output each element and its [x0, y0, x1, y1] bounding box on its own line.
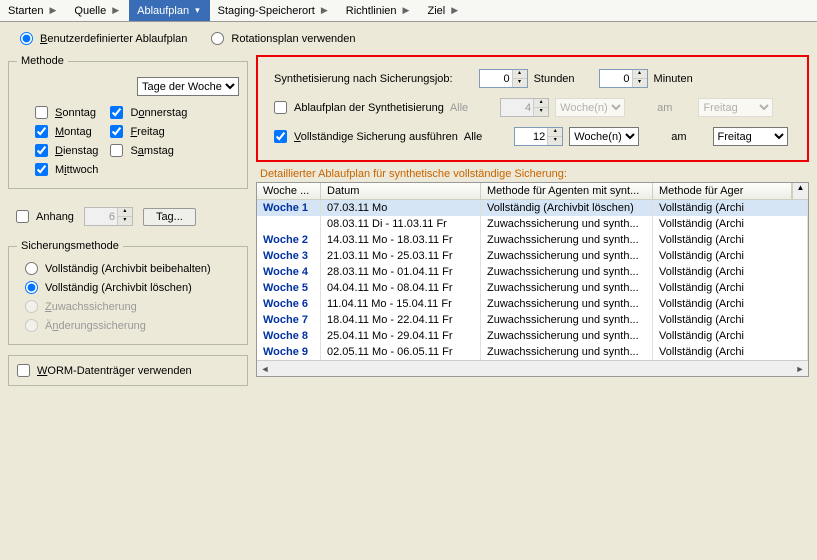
table-caption: Detaillierter Ablaufplan für synthetisch…: [260, 168, 809, 180]
anhang-spinner: ▴▾: [84, 207, 133, 226]
radio-full-clear[interactable]: Vollständig (Archivbit löschen): [25, 281, 239, 294]
day-button[interactable]: Tag...: [143, 208, 196, 226]
method-group: Methode Tage der Woche Sonntag Montag Di…: [8, 55, 248, 189]
synth-after-label: Synthetisierung nach Sicherungsjob:: [274, 73, 453, 85]
scroll-right-icon[interactable]: ►: [792, 364, 808, 374]
scroll-up-icon[interactable]: ▲: [792, 183, 808, 199]
full-unit-select[interactable]: Woche(n): [569, 127, 639, 146]
check-synth-schedule[interactable]: Ablaufplan der Synthetisierung: [274, 101, 444, 114]
schedule-num-spinner: ▴▾: [500, 98, 549, 117]
hours-label: Stunden: [534, 73, 575, 85]
minutes-spinner[interactable]: ▴▾: [599, 69, 648, 88]
check-mittwoch[interactable]: Mittwoch: [35, 163, 98, 176]
wizard-tabs: Starten▶ Quelle▶ Ablaufplan▾ Staging-Spe…: [0, 0, 817, 22]
tab-starten[interactable]: Starten▶: [0, 0, 66, 21]
label-on-1: am: [657, 102, 672, 114]
radio-incremental: Zuwachssicherung: [25, 300, 239, 313]
chevron-right-icon: ▶: [49, 5, 56, 16]
table-row[interactable]: Woche 214.03.11 Mo - 18.03.11 FrZuwachss…: [257, 232, 808, 248]
table-row[interactable]: Woche 428.03.11 Mo - 01.04.11 FrZuwachss…: [257, 264, 808, 280]
chevron-right-icon: ▶: [112, 5, 119, 16]
schedule-table: Woche ... Datum Methode für Agenten mit …: [256, 182, 809, 377]
col-week[interactable]: Woche ...: [257, 183, 321, 199]
radio-rotation[interactable]: Rotationsplan verwenden: [211, 32, 355, 45]
scroll-left-icon[interactable]: ◄: [257, 364, 273, 374]
check-full-backup[interactable]: Vollständige Sicherung ausführen: [274, 130, 458, 143]
label-every-2: Alle: [464, 131, 482, 143]
col-date[interactable]: Datum: [321, 183, 481, 199]
table-row[interactable]: Woche 825.04.11 Mo - 29.04.11 FrZuwachss…: [257, 328, 808, 344]
backup-method-group: Sicherungsmethode Vollständig (Archivbit…: [8, 240, 248, 345]
radio-user-defined[interactable]: BBenutzerdefinierter Ablaufplanenutzerde…: [20, 32, 187, 45]
schedule-day-select: Freitag: [698, 98, 773, 117]
horizontal-scrollbar[interactable]: ◄ ►: [257, 360, 808, 376]
hours-spinner[interactable]: ▴▾: [479, 69, 528, 88]
col-method2[interactable]: Methode für Ager: [653, 183, 792, 199]
schedule-unit-select: Woche(n): [555, 98, 625, 117]
tab-quelle[interactable]: Quelle▶: [66, 0, 129, 21]
check-donnerstag[interactable]: Donnerstag: [110, 106, 187, 119]
minutes-label: Minuten: [654, 73, 693, 85]
plan-type-radios: BBenutzerdefinierter Ablaufplanenutzerde…: [0, 22, 817, 51]
table-row[interactable]: Woche 504.04.11 Mo - 08.04.11 FrZuwachss…: [257, 280, 808, 296]
table-row[interactable]: Woche 611.04.11 Mo - 15.04.11 FrZuwachss…: [257, 296, 808, 312]
highlight-box: Synthetisierung nach Sicherungsjob: ▴▾ S…: [256, 55, 809, 162]
radio-full-keep[interactable]: Vollständig (Archivbit beibehalten): [25, 262, 239, 275]
label-on-2: am: [671, 131, 686, 143]
backup-method-legend: Sicherungsmethode: [17, 240, 123, 252]
tab-richtlinien[interactable]: Richtlinien▶: [338, 0, 420, 21]
chevron-right-icon: ▶: [321, 5, 328, 16]
table-row[interactable]: Woche 718.04.11 Mo - 22.04.11 FrZuwachss…: [257, 312, 808, 328]
check-anhang[interactable]: Anhang: [16, 210, 74, 223]
check-dienstag[interactable]: Dienstag: [35, 144, 98, 157]
table-row[interactable]: Woche 902.05.11 Mo - 06.05.11 FrZuwachss…: [257, 344, 808, 360]
check-sonntag[interactable]: Sonntag: [35, 106, 98, 119]
tab-ablaufplan[interactable]: Ablaufplan▾: [129, 0, 210, 21]
method-select[interactable]: Tage der Woche: [137, 77, 239, 96]
col-method1[interactable]: Methode für Agenten mit synt...: [481, 183, 653, 199]
tab-ziel[interactable]: Ziel▶: [419, 0, 468, 21]
check-freitag[interactable]: Freitag: [110, 125, 187, 138]
chevron-down-icon: ▾: [195, 5, 200, 16]
worm-group: WORM-Datenträger verwenden: [8, 355, 248, 386]
table-row[interactable]: 08.03.11 Di - 11.03.11 FrZuwachssicherun…: [257, 216, 808, 232]
radio-differential: Änderungssicherung: [25, 319, 239, 332]
check-samstag[interactable]: Samstag: [110, 144, 187, 157]
full-day-select[interactable]: Freitag: [713, 127, 788, 146]
table-row[interactable]: Woche 107.03.11 MoVollständig (Archivbit…: [257, 200, 808, 216]
tab-staging[interactable]: Staging-Speicherort▶: [210, 0, 338, 21]
check-montag[interactable]: Montag: [35, 125, 98, 138]
check-worm[interactable]: WORM-Datenträger verwenden: [17, 364, 239, 377]
label-every-1: Alle: [450, 102, 468, 114]
full-num-spinner[interactable]: ▴▾: [514, 127, 563, 146]
table-row[interactable]: Woche 321.03.11 Mo - 25.03.11 FrZuwachss…: [257, 248, 808, 264]
chevron-right-icon: ▶: [403, 5, 410, 16]
method-legend: Methode: [17, 55, 68, 67]
chevron-right-icon: ▶: [451, 5, 458, 16]
